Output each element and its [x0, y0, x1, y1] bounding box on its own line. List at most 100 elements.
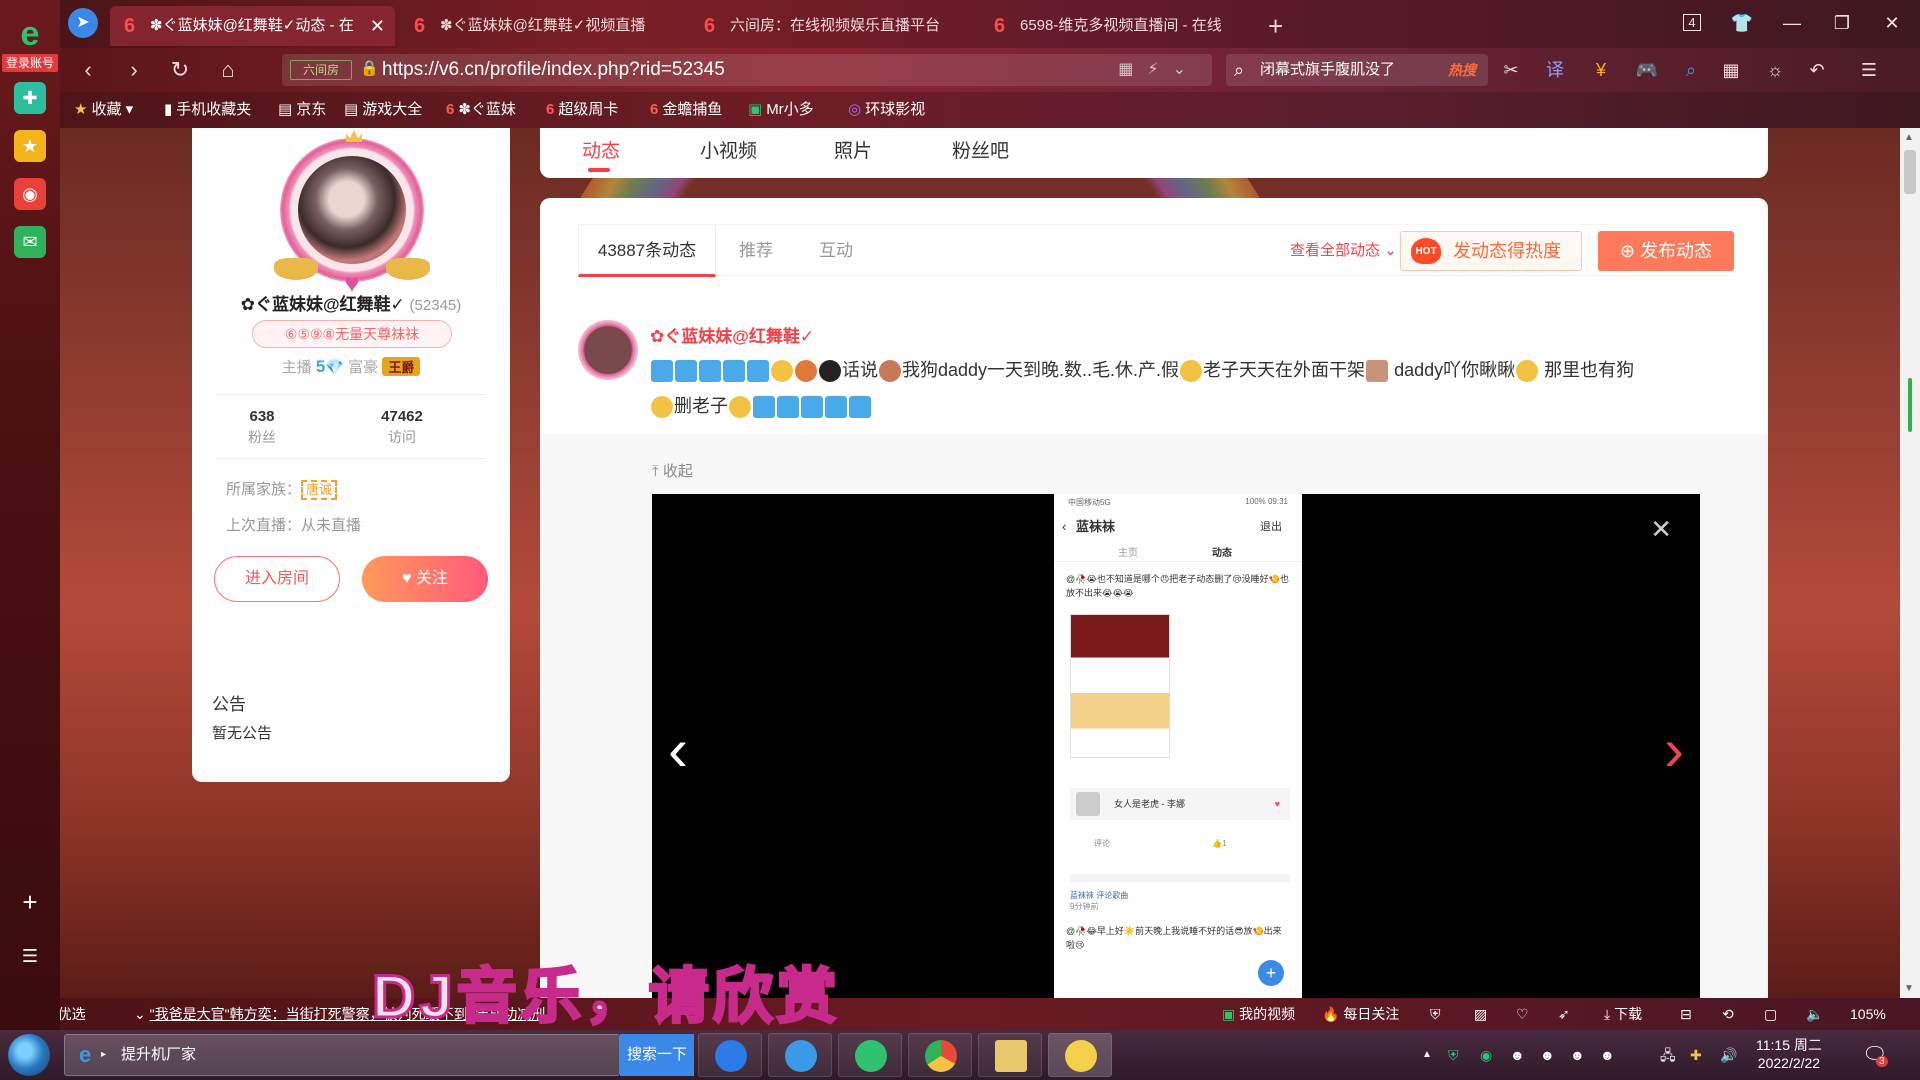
bookmark-mobile[interactable]: ▮ 手机收藏夹 [164, 92, 251, 128]
qq-tray-icon[interactable]: ☻ [1600, 1030, 1615, 1080]
game-icon[interactable]: 🎮 [1632, 54, 1662, 86]
mail-icon[interactable]: ✉ [14, 226, 46, 258]
minimize-icon[interactable]: — [1772, 8, 1812, 38]
scroll-up-icon[interactable]: ▲ [1904, 132, 1914, 143]
scissors-icon[interactable]: ✂ [1496, 54, 1526, 86]
family-tag[interactable]: 唐诚 [301, 480, 338, 500]
toolbox-icon[interactable]: ⊟ [1680, 998, 1692, 1030]
tab-fan-forum[interactable]: 粉丝吧 [952, 136, 1009, 163]
taskbar-app-qq[interactable] [1048, 1033, 1112, 1077]
bookmark-weekcard[interactable]: 6 超级周卡 [546, 92, 618, 128]
favorites-icon[interactable]: ★ [14, 130, 46, 162]
enter-room-button[interactable]: 进入房间 [214, 556, 340, 602]
sync-icon[interactable]: ⟲ [1722, 998, 1734, 1030]
my-video[interactable]: ▣ 我的视频 [1222, 998, 1295, 1030]
taskbar-app-ie[interactable] [768, 1033, 832, 1077]
subtab-interaction[interactable]: 互动 [796, 225, 876, 277]
view-all-dropdown[interactable]: 查看全部动态 ⌄ [1290, 239, 1397, 263]
tab-feed[interactable]: 动态 [582, 136, 620, 163]
volume-icon[interactable]: 🔈 [1806, 998, 1823, 1030]
wechat-tray-icon[interactable]: ◉ [1480, 1030, 1492, 1080]
hot-search-label[interactable]: 热搜 [1448, 54, 1476, 86]
tab-photos[interactable]: 照片 [834, 136, 872, 163]
post-author-avatar[interactable] [578, 320, 638, 380]
security-tray-icon[interactable]: ⛨ [1448, 1030, 1459, 1080]
accelerator-tray-icon[interactable]: ✚ [1690, 1030, 1702, 1080]
network-tray-icon[interactable]: 🖧 [1660, 1030, 1676, 1080]
tab-count-badge[interactable]: 4 [1672, 8, 1712, 38]
restore-icon[interactable]: ❐ [1822, 8, 1862, 38]
subtab-all-posts[interactable]: 43887条动态 [578, 225, 716, 277]
skin-icon[interactable]: 👕 [1722, 8, 1762, 38]
hot-post-button[interactable]: HOT 发动态得热度 [1400, 231, 1582, 271]
subtab-recommended[interactable]: 推荐 [716, 225, 796, 277]
coin-icon[interactable]: ¥ [1586, 54, 1616, 86]
scroll-down-icon[interactable]: ▼ [1904, 983, 1914, 994]
window-icon[interactable]: ▢ [1764, 998, 1777, 1030]
gallery-close-icon[interactable]: ✕ [1650, 514, 1672, 545]
undo-icon[interactable]: ↶ [1802, 54, 1832, 86]
tab-short-video[interactable]: 小视频 [700, 136, 757, 163]
zoom-level[interactable]: 105% [1850, 998, 1886, 1030]
taskbar-app-explorer[interactable] [978, 1033, 1042, 1077]
gallery-prev-icon[interactable]: ‹ [668, 720, 688, 780]
collapse-button[interactable]: ⤒ 收起 [652, 460, 693, 481]
home-icon[interactable]: ⌂ [210, 54, 246, 86]
heartbeat-icon[interactable]: ♡ [1516, 998, 1529, 1030]
brightness-icon[interactable]: ☼ [1760, 54, 1790, 86]
rocket-icon[interactable]: ➶ [1558, 998, 1570, 1030]
taskbar-search-button[interactable]: 搜索一下 [620, 1034, 694, 1076]
qq-tray-icon[interactable]: ☻ [1510, 1030, 1525, 1080]
vertical-scrollbar[interactable]: ▲ ▼ [1900, 128, 1920, 998]
url-text[interactable]: https://v6.cn/profile/index.php?rid=5234… [382, 54, 725, 86]
close-icon[interactable]: ✕ [370, 6, 385, 46]
tab-victor-live[interactable]: 6 6598-维克多视频直播间 - 在线 [980, 6, 1265, 46]
taskbar-search-field[interactable]: e ▸ 提升机厂家 [64, 1034, 620, 1076]
refresh-icon[interactable]: ↻ [162, 54, 198, 86]
publish-post-button[interactable]: ⊕ 发布动态 [1598, 231, 1734, 271]
bookmark-jd[interactable]: ▤ 京东 [278, 92, 326, 128]
grid-icon[interactable]: ▦ [1716, 54, 1746, 86]
weibo-icon[interactable]: ◉ [14, 178, 46, 210]
avatar[interactable]: ♥ [274, 130, 430, 296]
post-author-name[interactable]: ✿ぐ蓝妹妹@红舞鞋✓ [650, 322, 814, 347]
apps-icon[interactable]: ✚ [14, 82, 46, 114]
qq-tray-icon[interactable]: ☻ [1570, 1030, 1585, 1080]
follow-button[interactable]: ♥ 关注 [362, 556, 488, 602]
taskbar-app-kugou[interactable] [698, 1033, 762, 1077]
scroll-thumb[interactable] [1904, 150, 1916, 194]
bookmark-favorites[interactable]: ★ 收藏 ▾ [74, 92, 133, 128]
notification-icon[interactable]: 🗨 3 [1862, 1042, 1888, 1067]
translate-icon[interactable]: 译 [1540, 54, 1570, 86]
forward-icon[interactable]: › [116, 54, 152, 86]
tab-video-live[interactable]: 6 ✽ぐ蓝妹妹@红舞鞋✓视频直播 [400, 6, 685, 46]
bookmark-fishing[interactable]: 6 金蟾捕鱼 [650, 92, 722, 128]
shield-icon[interactable]: ⛨ [1430, 998, 1441, 1030]
new-tab-button[interactable]: + [1268, 6, 1283, 46]
image-icon[interactable]: ▨ [1474, 998, 1487, 1030]
qq-tray-icon[interactable]: ☻ [1540, 1030, 1555, 1080]
tab-six-rooms[interactable]: 6 六间房：在线视频娱乐直播平台 [690, 6, 975, 46]
login-button[interactable]: 登录账号 [2, 54, 58, 72]
bookmark-mrxiaoduo[interactable]: ▣ Mr小多 [748, 92, 814, 128]
taskbar-app-chrome[interactable] [908, 1033, 972, 1077]
url-tools[interactable]: ▦⚡⌄ [1118, 54, 1200, 86]
volume-tray-icon[interactable]: 🔊 [1720, 1030, 1737, 1080]
daily-follow[interactable]: 🔥 每日关注 [1322, 998, 1399, 1030]
navigate-icon[interactable]: ➤ [68, 8, 98, 38]
magnifier-icon[interactable]: ⌕ [1676, 54, 1706, 86]
gallery-next-icon[interactable]: › [1664, 720, 1684, 780]
close-window-icon[interactable]: ✕ [1872, 8, 1912, 38]
menu-list-icon[interactable]: ☰ [14, 940, 46, 972]
fans-stat[interactable]: 638 粉丝 [192, 408, 332, 447]
back-icon[interactable]: ‹ [70, 54, 106, 86]
tab-profile[interactable]: 6 ✽ぐ蓝妹妹@红舞鞋✓动态 - 在 ✕ [110, 6, 395, 46]
start-button[interactable] [8, 1034, 50, 1076]
bookmark-global-video[interactable]: ◎ 环球影视 [848, 92, 925, 128]
download-button[interactable]: ⤓ 下载 [1604, 998, 1642, 1030]
tray-expand-icon[interactable]: ▲ [1422, 1030, 1432, 1080]
browser-logo-icon[interactable]: e [10, 14, 50, 54]
bookmark-lanmei[interactable]: 6 ✽ぐ蓝妹 [446, 92, 516, 128]
system-clock[interactable]: 11:15 周二 2022/2/22 [1756, 1036, 1822, 1072]
search-input[interactable]: ⌕ 闭幕式旗手腹肌没了 热搜 [1226, 54, 1488, 86]
